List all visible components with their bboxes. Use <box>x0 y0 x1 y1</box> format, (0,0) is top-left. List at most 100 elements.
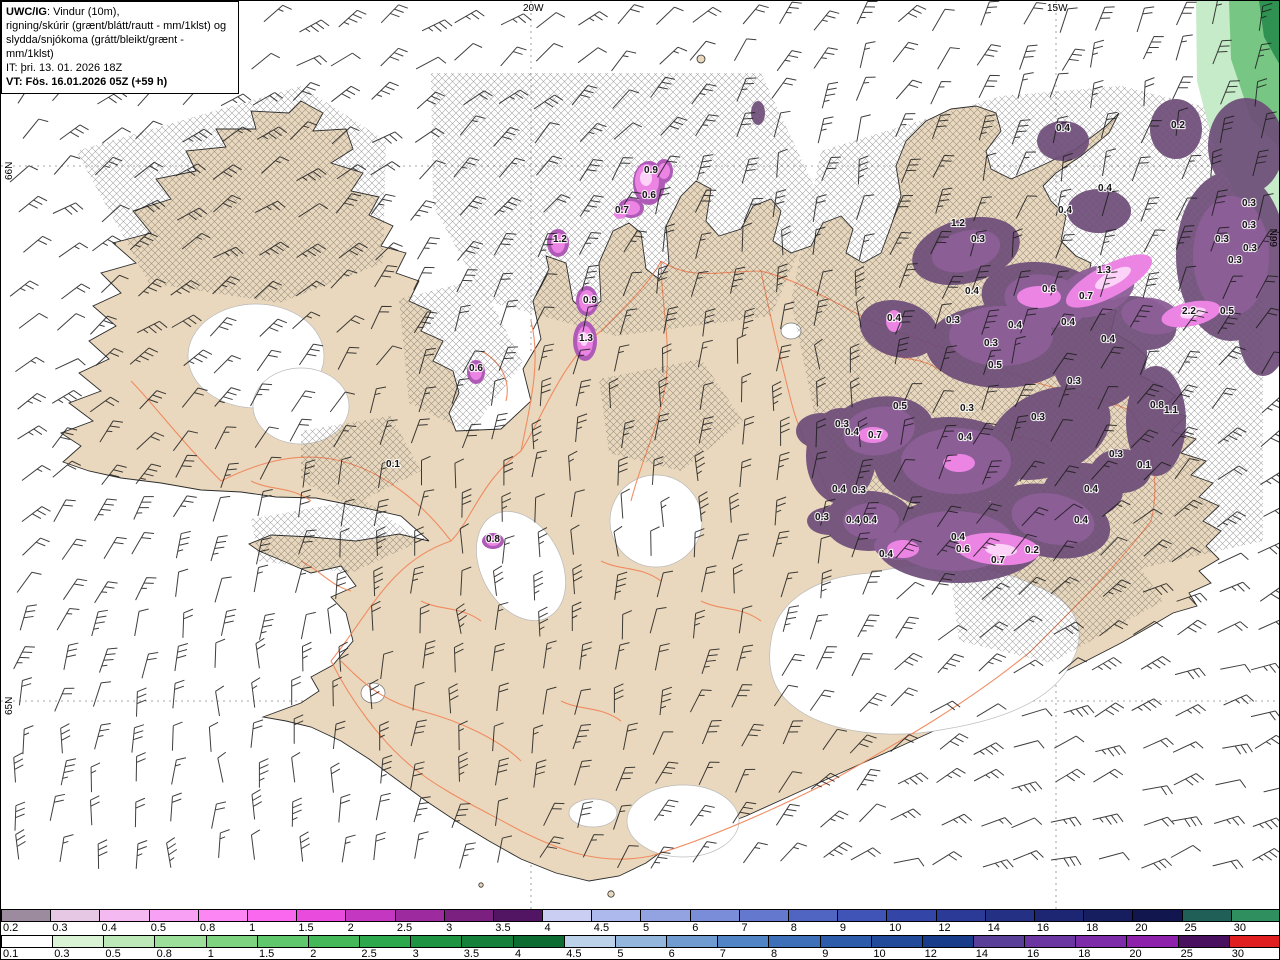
scale-color-cell <box>564 936 616 947</box>
scale-color-cell <box>1034 910 1085 921</box>
precip-value: 0.7 <box>1079 291 1093 302</box>
graticule-label-longitude: 20W <box>523 3 544 14</box>
valid-time: VT: Fös. 16.01.2026 05Z (+59 h) <box>6 76 168 89</box>
scale-tick-label: 5 <box>617 948 624 960</box>
scale-color-cell <box>838 910 888 921</box>
precip-value: 0.3 <box>1109 449 1123 460</box>
scale-tick-label: 0.3 <box>52 922 68 934</box>
scale-color-cell <box>718 936 770 947</box>
precip-value: 0.6 <box>642 190 656 201</box>
precip-value: 0.4 <box>879 549 893 560</box>
scale-color-cell <box>257 936 309 947</box>
scale-color-cell <box>297 910 347 921</box>
precip-value: 0.4 <box>863 515 877 526</box>
scale-tick-label: 4 <box>544 922 551 934</box>
precip-value: 0.6 <box>1042 284 1056 295</box>
precip-value: 0.4 <box>1008 320 1022 331</box>
scale-tick-label: 5 <box>643 922 650 934</box>
scale-tick-label: 9 <box>822 948 829 960</box>
scale-tick-label: 14 <box>987 922 1000 934</box>
precip-value: 0.3 <box>946 315 960 326</box>
precip-value: 0.4 <box>832 484 846 495</box>
scale-tick-label: 25 <box>1184 922 1197 934</box>
scale-tick-label: 0.8 <box>156 948 172 960</box>
graticule-label-latitude: 66N <box>4 161 15 180</box>
scale-tick-label: 2.5 <box>396 922 413 934</box>
map-area: 0.4 0.2 0.4 0.4 1.2 0.3 0.3 0.3 0.3 0.3 0.3 0.4 0.6 0… <box>1 1 1279 909</box>
precip-value: 0.7 <box>615 205 629 216</box>
scale-color-cell <box>1231 910 1279 921</box>
precip-value: 0.4 <box>1074 515 1088 526</box>
scale-color-cell <box>690 910 740 921</box>
precip-value: 0.4 <box>1101 334 1115 345</box>
precip-value: 0.3 <box>971 234 985 245</box>
scale-color-cell <box>1127 936 1179 947</box>
scale-tick-label: 3.5 <box>495 922 511 934</box>
precip-value: 2.2 <box>1182 306 1196 317</box>
precip-value: 0.4 <box>1058 205 1072 216</box>
precip-value: 0.4 <box>1061 317 1075 328</box>
scale-color-cell <box>667 936 719 947</box>
precip-value: 0.5 <box>1220 306 1234 317</box>
scale-tick-label: 0.1 <box>3 948 19 960</box>
scale-color-cell <box>411 936 463 947</box>
scale-color-cell <box>346 910 396 921</box>
scale-tick-label: 2 <box>347 922 354 934</box>
scale-color-cell <box>360 936 412 947</box>
precip-value: 0.3 <box>1067 376 1081 387</box>
precip-value: 0.6 <box>469 363 483 374</box>
precip-value: 0.9 <box>583 295 597 306</box>
precip-value: 0.4 <box>965 286 979 297</box>
scale-tick-label: 30 <box>1233 922 1247 934</box>
scale-tick-label: 12 <box>938 922 951 934</box>
scale-color-cell <box>871 936 923 947</box>
scale-color-cell <box>53 936 105 947</box>
product-id: UWC/IG <box>6 6 47 18</box>
precip-value: 0.3 <box>960 403 974 414</box>
scale-color-cell <box>789 910 839 921</box>
scale-color-cell <box>820 936 872 947</box>
scale-tick-label: 1 <box>249 922 256 934</box>
precip-value: 0.4 <box>958 432 972 443</box>
scale-color-cell <box>1133 910 1183 921</box>
scale-tick-label: 2.5 <box>361 948 377 960</box>
scale-color-cell <box>444 910 494 921</box>
legend-line-3: slydda/snjókoma (grátt/bleikt/grænt - mm… <box>6 34 184 61</box>
scale-tick-label: 4 <box>515 948 522 960</box>
scale-tick-label: 1 <box>207 948 214 960</box>
precip-value: 0.3 <box>1215 234 1229 245</box>
precip-value: 0.5 <box>893 401 907 412</box>
rain-scale-labels: 0.1 0.3 0.5 0.8 1 1.5 2 2.5 3 3.5 4 4.5 5 6 7 8 9 10 12 14 1… <box>1 948 1279 960</box>
scale-tick-label: 2 <box>310 948 317 960</box>
precip-value: 1.2 <box>553 234 567 245</box>
scale-color-cell <box>887 910 937 921</box>
weather-map-page: 0.4 0.2 0.4 0.4 1.2 0.3 0.3 0.3 0.3 0.3 0.3 0.4 0.6 0… <box>0 0 1280 960</box>
scale-color-cell <box>104 936 156 947</box>
scale-tick-label: 18 <box>1086 922 1099 934</box>
scale-color-cell <box>1 936 54 947</box>
scale-tick-label: 16 <box>1027 948 1040 960</box>
precip-value: 0.4 <box>887 313 901 324</box>
scale-color-cell <box>462 936 514 947</box>
precip-value: 1.3 <box>1097 265 1111 276</box>
precip-value: 0.3 <box>815 512 829 523</box>
scale-tick-label: 1.5 <box>298 922 314 934</box>
precip-value: 0.4 <box>951 532 965 543</box>
scale-tick-label: 8 <box>771 948 778 960</box>
scale-color-cell <box>513 936 565 947</box>
scale-color-cell <box>1182 910 1232 921</box>
scale-tick-label: 8 <box>790 922 797 934</box>
scale-tick-label: 1.5 <box>259 948 275 960</box>
scale-tick-label: 3 <box>412 948 419 960</box>
scale-tick-label: 4.5 <box>566 948 582 960</box>
precip-value: 1.2 <box>951 218 965 229</box>
scale-color-cell <box>1084 910 1134 921</box>
scale-tick-label: 0.2 <box>3 922 19 934</box>
precip-value: 0.8 <box>486 534 500 545</box>
scale-color-cell <box>985 910 1035 921</box>
iceland-weather-map: 0.4 0.20.40.41.20.30.30.30.30.30.30.4 0.60… <box>1 1 1279 909</box>
scale-tick-label: 25 <box>1180 948 1193 960</box>
precip-value: 0.5 <box>988 360 1002 371</box>
scale-color-cell <box>1076 936 1128 947</box>
scale-tick-label: 10 <box>873 948 886 960</box>
